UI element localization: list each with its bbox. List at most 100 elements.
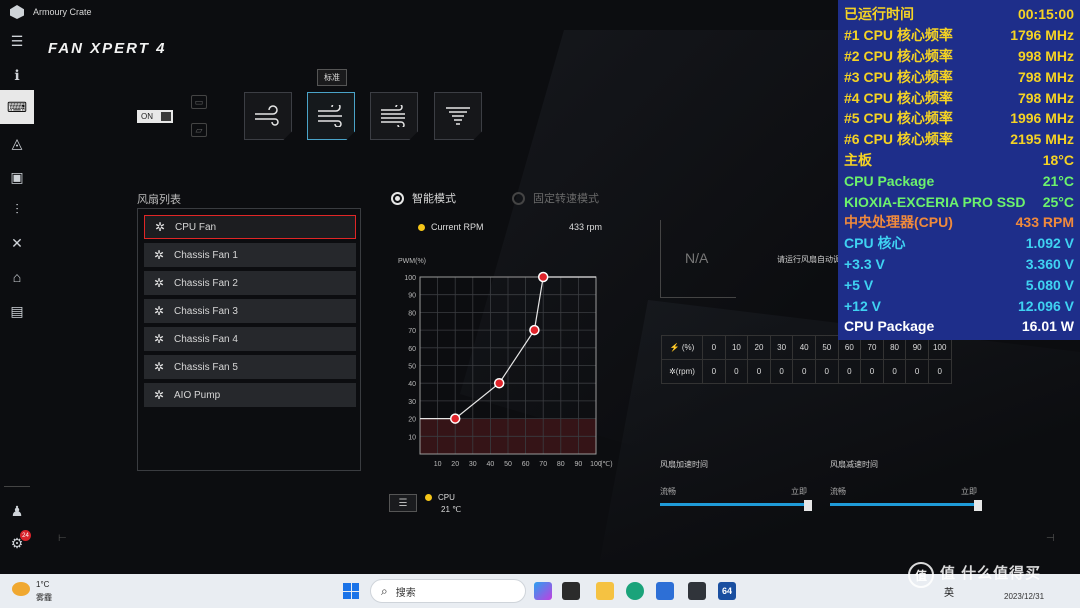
y-tick-label: 20 (408, 417, 416, 424)
spin-down-left-label: 流畅 (830, 487, 846, 496)
osd-value: 1796 MHz (1010, 27, 1074, 44)
save-profile-icon[interactable]: ▭ (191, 95, 207, 109)
mode-full-speed-button[interactable] (434, 92, 482, 140)
deals-tag-icon[interactable]: ⌂ (0, 264, 34, 290)
y-tick-label: 30 (408, 399, 416, 406)
percent-header: ⚡ (%) (661, 335, 703, 360)
osd-label: #6 CPU 核心频率 (844, 131, 953, 148)
y-tick-label: 60 (408, 346, 416, 353)
fixed-speed-mode-label: 固定转速模式 (533, 193, 599, 205)
fan-item-chassis-fan-3[interactable]: ✲ Chassis Fan 3 (144, 299, 356, 323)
file-explorer-icon[interactable] (596, 582, 614, 600)
osd-label: 已运行时间 (844, 6, 914, 23)
fan-item-aio-pump[interactable]: ✲ AIO Pump (144, 383, 356, 407)
hamburger-menu-icon[interactable]: ☰ (0, 28, 34, 54)
fan-item-chassis-fan-1[interactable]: ✲ Chassis Fan 1 (144, 243, 356, 267)
settings-gear-icon[interactable]: ⚙ 24 (0, 530, 34, 556)
gamevisual-icon[interactable]: ▣ (0, 164, 34, 190)
tuning-sliders-icon[interactable]: ⫶ (0, 196, 34, 222)
wind-medium-icon (318, 105, 342, 127)
fan-curve-chart[interactable]: PWM(%) 100 90 80 70 60 50 40 30 20 10 10 20 30 40 50 60 7… (392, 252, 632, 472)
task-view-icon[interactable] (562, 582, 580, 600)
rpm-cell: 0 (792, 359, 816, 384)
temperature-source-button[interactable]: ☰ (389, 494, 417, 512)
osd-row: 主板 18°C (844, 150, 1074, 171)
y-tick-label: 70 (408, 328, 416, 335)
mode-standard-button[interactable] (307, 92, 355, 140)
curve-point[interactable] (449, 413, 461, 424)
mode-turbo-button[interactable] (370, 92, 418, 140)
fixed-speed-mode-radio[interactable]: 固定转速模式 (512, 190, 599, 206)
armoury-crate-taskbar-icon[interactable] (688, 582, 706, 600)
radio-dot (512, 191, 525, 205)
spin-down-right-label: 立即 (961, 487, 977, 496)
spin-up-right-label: 立即 (791, 487, 807, 496)
rpm-cell: 0 (702, 359, 726, 384)
corner-mark: ⊣ (1046, 533, 1055, 544)
spin-down-slider-thumb[interactable] (974, 500, 982, 511)
keyboard-device-icon[interactable]: ⌨ (0, 90, 34, 124)
weather-temperature: 1°C (36, 580, 50, 589)
info-icon[interactable]: ℹ (0, 62, 34, 88)
spin-down-slider-track[interactable] (830, 503, 978, 506)
fan-item-chassis-fan-4[interactable]: ✲ Chassis Fan 4 (144, 327, 356, 351)
user-icon[interactable]: ♟ (0, 498, 34, 524)
open-folder-icon[interactable]: ▱ (191, 123, 207, 137)
news-icon[interactable]: ▤ (0, 298, 34, 324)
wind-light-icon (255, 105, 279, 126)
fan-spin-down-title: 风扇减速时间 (830, 460, 878, 469)
mode-silent-button[interactable] (244, 92, 292, 140)
rpm-table: ⚡ (%) 0 10 20 30 40 50 60 70 80 90 100 ✲(rpm) 0000… (661, 335, 952, 384)
osd-label: 中央处理器(CPU) (844, 214, 953, 231)
rpm-cell: 0 (905, 359, 929, 384)
store-icon[interactable] (656, 582, 674, 600)
osd-label: #3 CPU 核心频率 (844, 68, 953, 85)
spin-up-slider-thumb[interactable] (804, 500, 812, 511)
curve-point[interactable] (529, 324, 540, 336)
y-tick-label: 90 (408, 293, 416, 300)
fan-xpert-toggle[interactable]: ON (137, 110, 173, 123)
percent-cell: 20 (747, 335, 771, 360)
osd-label: +12 V (844, 297, 881, 314)
toggle-knob (161, 112, 171, 121)
fan-icon: ✲ (153, 388, 165, 402)
aida64-icon[interactable]: 64 (718, 582, 736, 600)
weather-icon[interactable] (12, 582, 30, 596)
search-placeholder: 搜索 (395, 587, 416, 599)
rpm-cell: 0 (769, 359, 794, 384)
sidebar-divider (4, 486, 30, 487)
osd-label: 主板 (844, 151, 872, 168)
fan-item-chassis-fan-2[interactable]: ✲ Chassis Fan 2 (144, 271, 356, 295)
osd-value: 25°C (1042, 193, 1074, 210)
osd-row: #2 CPU 核心频率 998 MHz (844, 46, 1074, 67)
fan-item-label: Chassis Fan 4 (174, 333, 238, 345)
copilot-icon[interactable] (534, 582, 552, 600)
x-axis-unit: (℃) (600, 461, 613, 468)
osd-value: 998 MHz (1017, 47, 1074, 64)
spin-up-slider-track[interactable] (660, 503, 808, 506)
x-tick-label: 60 (522, 461, 530, 468)
osd-value: 798 MHz (1017, 89, 1074, 106)
sensor-label: CPU (438, 493, 455, 502)
curve-point[interactable] (537, 271, 549, 283)
osd-row: #6 CPU 核心频率 2195 MHz (844, 129, 1074, 150)
smart-mode-radio[interactable]: 智能模式 (391, 190, 456, 206)
ime-indicator[interactable]: 英 (944, 584, 954, 599)
osd-row: 已运行时间 00:15:00 (844, 4, 1074, 25)
fan-item-cpu-fan[interactable]: ✲ CPU Fan (144, 215, 356, 239)
fan-item-chassis-fan-5[interactable]: ✲ Chassis Fan 5 (144, 355, 356, 379)
osd-value: 18°C (1042, 151, 1074, 168)
fan-spin-up-title: 风扇加速时间 (660, 460, 708, 469)
osd-row: CPU Package 21°C (844, 170, 1074, 191)
osd-value: 16.01 W (1021, 318, 1074, 335)
aura-icon[interactable]: ◬ (0, 130, 34, 156)
curve-point[interactable] (493, 377, 505, 389)
start-windows-icon[interactable] (343, 583, 359, 599)
osd-value: 433 RPM (1015, 214, 1074, 231)
edge-browser-icon[interactable] (626, 582, 644, 600)
osd-label: CPU 核心 (844, 235, 906, 252)
taskbar-search-box[interactable]: ⌕ 搜索 (370, 579, 526, 603)
y-tick-label: 10 (408, 434, 416, 441)
notification-badge: 24 (20, 530, 31, 541)
tools-icon[interactable]: ✕ (0, 230, 34, 256)
